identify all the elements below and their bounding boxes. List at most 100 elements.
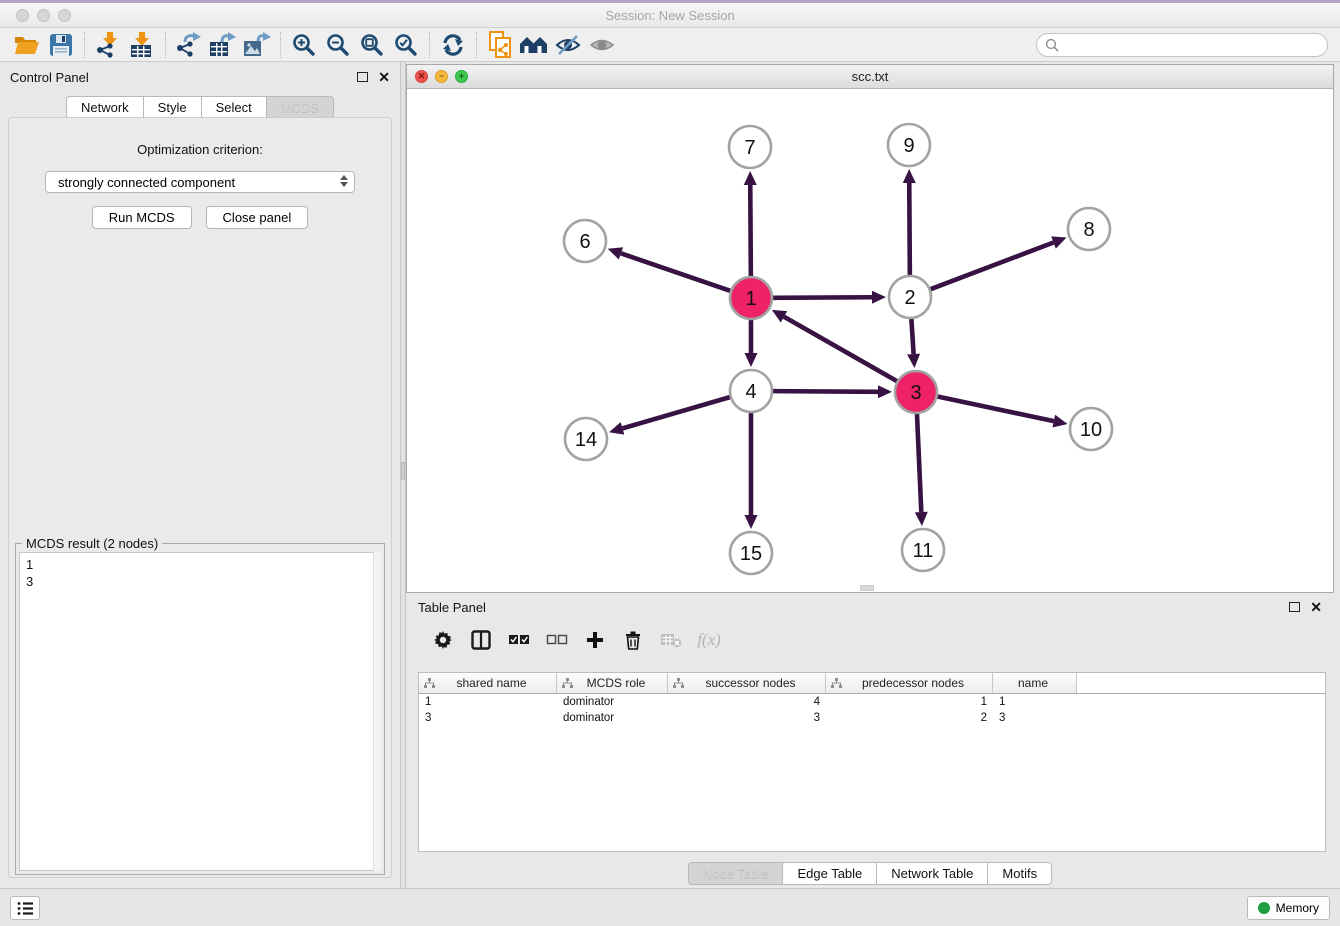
save-session-icon[interactable] [44,30,78,60]
table-settings-icon[interactable] [430,628,456,652]
tab-network[interactable]: Network [66,96,144,119]
cell-predecessor-nodes[interactable]: 1 [826,696,993,708]
cell-name[interactable]: 1 [993,696,1077,708]
network-window-titlebar[interactable]: ✕ − + scc.txt [407,65,1333,89]
network-window-controls: ✕ − + [415,70,468,83]
graph-node-label: 8 [1083,219,1094,241]
float-table-panel-icon[interactable] [1289,602,1300,612]
network-canvas[interactable]: 1234678910111415 [407,89,1333,592]
mcds-result-title: MCDS result (2 nodes) [22,536,162,551]
function-builder-icon[interactable]: f(x) [696,628,722,652]
optimization-criterion-label: Optimization criterion: [9,142,391,157]
toolbar-separator [476,32,477,58]
tab-motifs[interactable]: Motifs [988,862,1052,885]
main-toolbar [0,28,1340,62]
search-field[interactable] [1036,33,1328,57]
close-window-button[interactable] [16,9,29,22]
show-all-columns-icon[interactable] [506,628,532,652]
hide-selected-icon[interactable] [551,30,585,60]
close-panel-button[interactable]: Close panel [206,206,309,229]
window-controls [16,9,71,22]
graph-node-label: 15 [740,543,762,565]
hide-all-columns-icon[interactable] [544,628,570,652]
search-input[interactable] [1059,38,1327,52]
column-header-shared-name[interactable]: shared name [419,673,557,693]
cell-successor-nodes[interactable]: 3 [668,712,826,724]
maximize-network-button[interactable]: + [455,70,468,83]
float-panel-icon[interactable] [357,72,368,82]
zoom-selected-icon[interactable] [389,30,423,60]
result-scrollbar[interactable] [373,552,381,871]
task-history-button[interactable] [10,896,40,920]
graph-node-label: 14 [575,429,597,451]
cell-shared-name[interactable]: 3 [419,712,557,724]
column-header-mcds-role[interactable]: MCDS role [557,673,668,693]
minimize-window-button[interactable] [37,9,50,22]
column-header-name[interactable]: name [993,673,1077,693]
close-panel-icon[interactable]: ✕ [378,70,390,84]
zoom-in-icon[interactable] [287,30,321,60]
toolbar-separator [84,32,85,58]
canvas-resize-grip[interactable] [860,585,874,591]
add-column-icon[interactable] [582,628,608,652]
table-row[interactable]: 1 dominator 4 1 1 [419,694,1325,710]
memory-button[interactable]: Memory [1247,896,1330,920]
refresh-layout-icon[interactable] [436,30,470,60]
import-table-icon[interactable] [125,30,159,60]
window-title: Session: New Session [0,8,1340,23]
node-table[interactable]: shared name MCDS role successor nodes pr… [418,672,1326,852]
delete-column-icon[interactable] [620,628,646,652]
tab-select[interactable]: Select [202,96,267,119]
import-network-icon[interactable] [91,30,125,60]
task-list-icon [17,901,34,916]
export-table-icon[interactable] [206,30,240,60]
tab-network-table[interactable]: Network Table [877,862,988,885]
open-session-icon[interactable] [10,30,44,60]
search-icon [1045,38,1059,52]
attribute-icon [424,678,435,689]
graph-node-label: 2 [904,287,915,309]
select-stepper-icon [340,175,348,187]
application-window: Session: New Session [0,0,1340,926]
close-network-button[interactable]: ✕ [415,70,428,83]
column-view-icon[interactable] [468,628,494,652]
maximize-window-button[interactable] [58,9,71,22]
tab-mcds[interactable]: MCDS [267,96,334,119]
network-graph[interactable]: 1234678910111415 [407,89,1333,592]
memory-status-icon [1258,902,1270,914]
cell-successor-nodes[interactable]: 4 [668,696,826,708]
delete-table-icon[interactable] [658,628,684,652]
divider-grip[interactable] [401,462,405,480]
cell-name[interactable]: 3 [993,712,1077,724]
close-table-panel-icon[interactable]: ✕ [1310,600,1322,614]
minimize-network-button[interactable]: − [435,70,448,83]
graph-node-label: 11 [913,540,934,562]
control-panel-tabs: Network Style Select MCDS [0,96,400,119]
zoom-out-icon[interactable] [321,30,355,60]
column-header-successor-nodes[interactable]: successor nodes [668,673,826,693]
column-header-predecessor-nodes[interactable]: predecessor nodes [826,673,993,693]
run-mcds-button[interactable]: Run MCDS [92,206,192,229]
export-image-icon[interactable] [240,30,274,60]
tab-node-table[interactable]: Node Table [688,862,784,885]
criterion-select[interactable]: strongly connected component [45,171,355,193]
table-row[interactable]: 3 dominator 3 2 3 [419,710,1325,726]
show-all-icon[interactable] [585,30,619,60]
toolbar-separator [165,32,166,58]
cell-shared-name[interactable]: 1 [419,696,557,708]
first-neighbors-icon[interactable] [517,30,551,60]
graph-node-label: 10 [1080,419,1102,441]
mcds-result-text[interactable]: 1 3 [19,552,381,871]
zoom-fit-icon[interactable] [355,30,389,60]
graph-node-label: 9 [903,135,914,157]
tab-edge-table[interactable]: Edge Table [783,862,877,885]
tab-style[interactable]: Style [144,96,202,119]
table-header-row: shared name MCDS role successor nodes pr… [419,673,1325,694]
cell-mcds-role[interactable]: dominator [557,712,668,724]
cell-predecessor-nodes[interactable]: 2 [826,712,993,724]
table-panel-title: Table Panel [418,600,1289,615]
duplicate-network-icon[interactable] [483,30,517,60]
criterion-value: strongly connected component [58,175,235,190]
cell-mcds-role[interactable]: dominator [557,696,668,708]
export-network-icon[interactable] [172,30,206,60]
